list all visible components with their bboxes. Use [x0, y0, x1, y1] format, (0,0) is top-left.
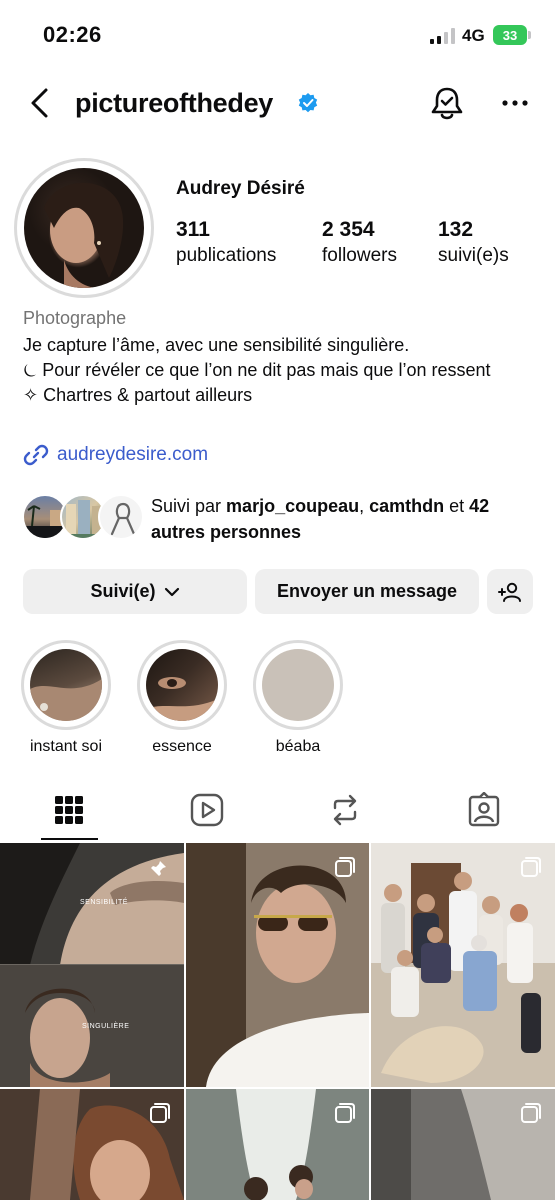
- profile-avatar[interactable]: [14, 158, 154, 298]
- following-button-label: Suivi(e): [90, 581, 156, 601]
- display-name: Audrey Désiré: [176, 178, 305, 199]
- post-thumbnail[interactable]: [371, 1089, 555, 1200]
- highlight-label: béaba: [275, 738, 321, 755]
- status-bar: 02:26 4G 33: [0, 0, 555, 70]
- mutual-followers-avatars[interactable]: [22, 494, 144, 542]
- profile-bio: Je capture l’âme, avec une sensibilité s…: [23, 333, 543, 408]
- carousel-icon: [521, 857, 541, 877]
- battery-tip: [528, 31, 531, 39]
- profile-username: pictureofthedey: [75, 88, 274, 118]
- stat-label: followers: [322, 245, 397, 266]
- post-image: [0, 843, 184, 1087]
- profile-tabs: [0, 784, 555, 842]
- connector: et: [444, 496, 470, 516]
- reposts-icon[interactable]: [327, 792, 363, 828]
- post-thumbnail[interactable]: [186, 1089, 369, 1200]
- battery-icon: 33: [493, 25, 527, 45]
- bio-line: ⏾ Pour révéler ce que l’on ne dit pas ma…: [23, 360, 491, 380]
- stat-value: 132: [438, 218, 474, 241]
- followed-by-text[interactable]: Suivi par marjo_coupeau, camthdn et 42 a…: [151, 493, 531, 545]
- reels-icon[interactable]: [189, 792, 225, 828]
- story-highlight[interactable]: instant soi: [21, 640, 111, 756]
- bio-line: ✧ Chartres & partout ailleurs: [23, 385, 253, 405]
- mutual-avatar: [98, 494, 144, 540]
- stat-value: 2 354: [322, 218, 375, 241]
- follower-username: camthdn: [369, 496, 445, 516]
- highlight-cover: [146, 649, 218, 721]
- highlight-cover: [30, 649, 102, 721]
- post-thumbnail[interactable]: [371, 843, 555, 1087]
- notification-bell-icon[interactable]: [430, 84, 464, 122]
- highlight-ring: [253, 640, 343, 730]
- stat-value: 311: [176, 218, 210, 241]
- separator: ,: [359, 496, 370, 516]
- status-time: 02:26: [43, 22, 102, 47]
- post-thumbnail[interactable]: [186, 843, 369, 1087]
- stat-publications[interactable]: 311 publications: [176, 218, 276, 267]
- post-overlay-text: SENSIBILITÉ: [80, 899, 128, 906]
- story-highlight[interactable]: essence: [137, 640, 227, 756]
- post-image: [186, 843, 369, 1087]
- grid-icon[interactable]: [51, 792, 87, 828]
- carousel-icon: [335, 1103, 355, 1123]
- stat-followers[interactable]: 2 354 followers: [322, 218, 397, 267]
- stat-label: publications: [176, 245, 277, 266]
- add-person-icon: [498, 582, 521, 602]
- tagged-icon[interactable]: [466, 792, 502, 828]
- stat-label: suivi(e)s: [438, 245, 509, 266]
- post-overlay-text: SINGULIÈRE: [82, 1023, 130, 1030]
- highlight-ring: [137, 640, 227, 730]
- active-tab-indicator: [41, 838, 98, 840]
- avatar-image: [24, 168, 144, 288]
- signal-icon: [430, 28, 456, 44]
- post-thumbnail[interactable]: [0, 1089, 184, 1200]
- highlight-cover: [262, 649, 334, 721]
- carousel-icon: [521, 1103, 541, 1123]
- story-highlight[interactable]: béaba: [253, 640, 343, 756]
- back-arrow-icon[interactable]: [26, 86, 56, 120]
- suggested-accounts-button[interactable]: [487, 569, 533, 614]
- profile-category: Photographe: [23, 308, 127, 328]
- network-type: 4G: [462, 26, 485, 45]
- highlight-ring: [21, 640, 111, 730]
- send-message-button[interactable]: Envoyer un message: [255, 569, 479, 614]
- send-message-label: Envoyer un message: [276, 581, 458, 601]
- link-icon: [23, 444, 49, 466]
- pin-icon: [151, 858, 166, 876]
- profile-header: pictureofthedey: [0, 80, 555, 128]
- stat-following[interactable]: 132 suivi(e)s: [438, 218, 509, 267]
- profile-website-link[interactable]: audreydesire.com: [23, 442, 208, 468]
- followed-by-prefix: Suivi par: [151, 496, 227, 516]
- following-button[interactable]: Suivi(e): [23, 569, 247, 614]
- post-image: [371, 843, 555, 1087]
- bio-line: Je capture l’âme, avec une sensibilité s…: [23, 335, 410, 355]
- follower-username: marjo_coupeau: [226, 496, 360, 516]
- carousel-icon: [150, 1103, 170, 1123]
- posts-grid: SENSIBILITÉ SINGULIÈRE: [0, 843, 555, 1200]
- battery-level: 33: [502, 27, 518, 43]
- carousel-icon: [335, 857, 355, 877]
- chevron-down-icon: [164, 587, 179, 596]
- highlight-label: essence: [152, 738, 212, 755]
- post-thumbnail[interactable]: SENSIBILITÉ SINGULIÈRE: [0, 843, 184, 1087]
- verified-badge-icon: [298, 93, 318, 113]
- highlight-label: instant soi: [29, 738, 103, 755]
- link-text: audreydesire.com: [57, 444, 209, 465]
- more-options-icon[interactable]: [500, 90, 530, 116]
